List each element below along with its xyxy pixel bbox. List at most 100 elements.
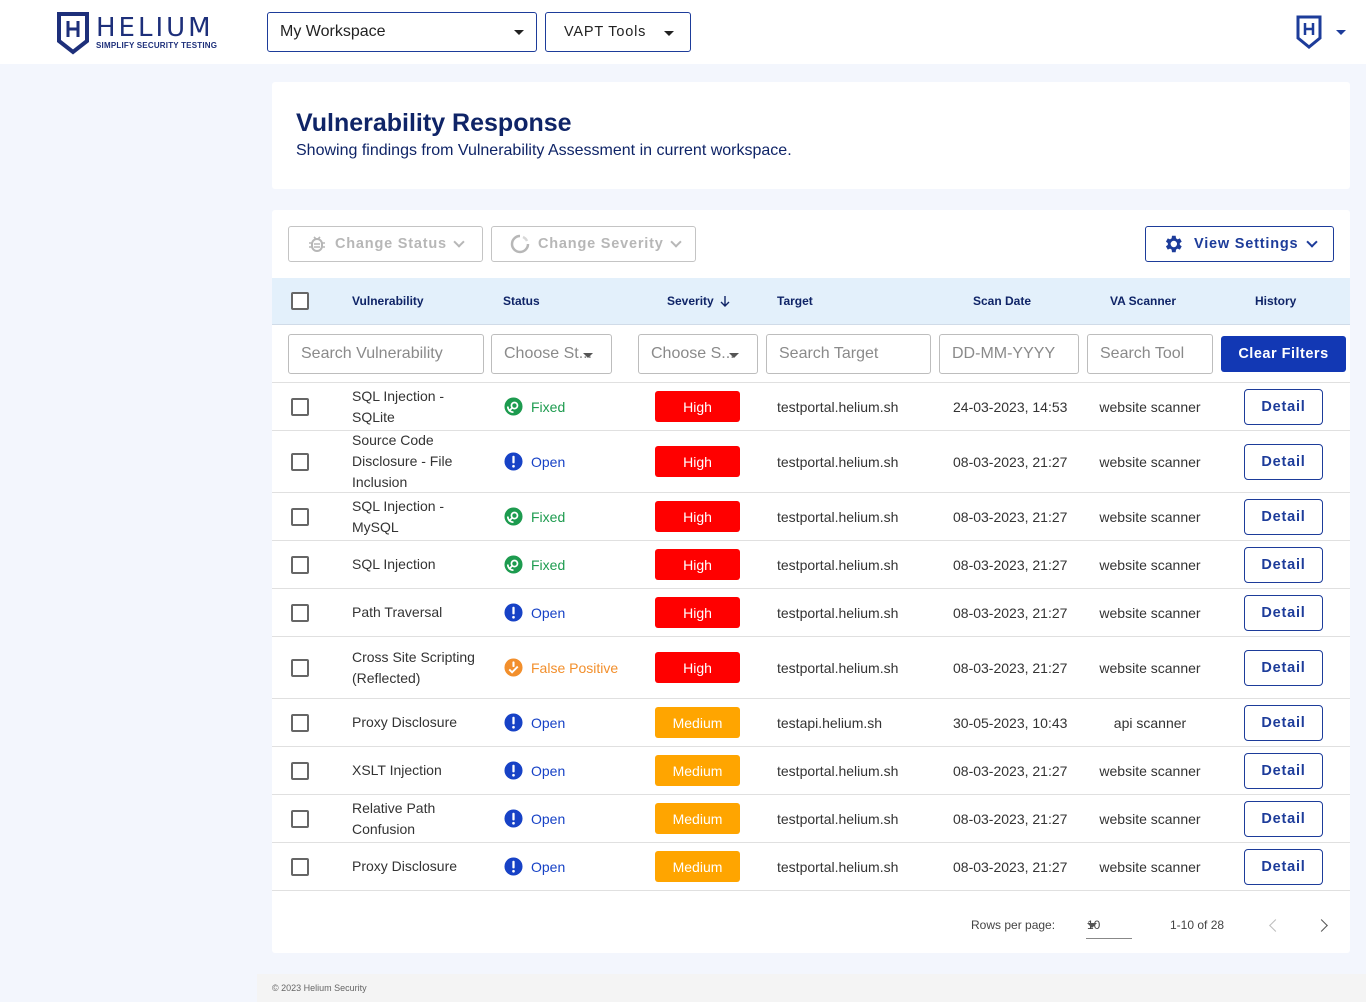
table-row[interactable]: Cross Site Scripting (Reflected) False Po… (272, 637, 1350, 699)
tool-search-input[interactable] (1087, 334, 1213, 374)
detail-button[interactable]: Detail (1244, 546, 1323, 583)
target-search-input[interactable] (766, 334, 931, 374)
caret-down-icon (664, 31, 674, 36)
row-checkbox[interactable] (291, 555, 309, 574)
column-header-scan-date[interactable]: Scan Date (973, 294, 1031, 308)
table-row[interactable]: Proxy Disclosure Open Medium testapi.helium… (272, 699, 1350, 747)
va-scanner: website scanner (1099, 398, 1201, 415)
column-header-va-scanner[interactable]: VA Scanner (1110, 294, 1176, 308)
change-status-label: Change Status (335, 236, 447, 252)
vulnerability-name: Source Code Disclosure - File Inclusion (352, 432, 453, 490)
fixed-status-icon (504, 397, 523, 416)
vapt-tools-button[interactable]: VAPT Tools (545, 12, 691, 52)
vulnerability-name: XSLT Injection (352, 762, 442, 778)
select-all-checkbox[interactable] (291, 292, 309, 310)
open-status-icon (504, 603, 523, 622)
column-header-history: History (1255, 294, 1297, 308)
helium-logo[interactable]: HELIUM SIMPLIFY SECURITY TESTING (56, 11, 217, 55)
table-row[interactable]: Source Code Disclosure - File Inclusion O… (272, 431, 1350, 493)
change-severity-button[interactable]: Change Severity (491, 226, 696, 262)
vulnerability-search-input[interactable] (288, 334, 484, 374)
user-menu[interactable] (1296, 14, 1356, 50)
detail-button[interactable]: Detail (1244, 594, 1323, 631)
vulnerability-name: SQL Injection - SQLite (352, 387, 445, 425)
change-status-button[interactable]: Change Status (288, 226, 483, 262)
scan-date: 08-03-2023, 21:27 (953, 508, 1068, 525)
table-row[interactable]: SQL Injection Fixed High testportal.helium.… (272, 541, 1350, 589)
table-row[interactable]: Relative Path Confusion Open Medium testpor… (272, 795, 1350, 843)
table-row[interactable]: XSLT Injection Open Medium testportal.heliu… (272, 747, 1350, 795)
detail-button[interactable]: Detail (1244, 704, 1323, 741)
chevron-down-icon (669, 235, 682, 248)
status-label: Open (531, 810, 566, 827)
status-cell: False Positive (504, 637, 618, 698)
brand-name: HELIUM (96, 13, 214, 43)
scan-date: 08-03-2023, 21:27 (953, 810, 1068, 827)
vulnerability-name: Proxy Disclosure (352, 714, 458, 730)
severity-badge: High (655, 391, 740, 422)
row-checkbox[interactable] (291, 507, 309, 526)
column-header-vulnerability[interactable]: Vulnerability (352, 294, 424, 308)
status-label: Fixed (531, 556, 566, 573)
table-body: SQL Injection - SQLite Fixed High testporta… (272, 383, 1350, 891)
vulnerability-name: SQL Injection - MySQL (352, 497, 445, 535)
severity-badge: Medium (655, 803, 740, 834)
row-checkbox[interactable] (291, 658, 309, 677)
target: testportal.helium.sh (777, 858, 899, 875)
status-label: Open (531, 604, 566, 621)
row-checkbox[interactable] (291, 713, 309, 732)
detail-button[interactable]: Detail (1244, 800, 1323, 837)
severity-filter-select[interactable]: Choose S... (638, 334, 758, 374)
view-settings-button[interactable]: View Settings (1145, 226, 1334, 262)
scan-date: 08-03-2023, 21:27 (953, 858, 1068, 875)
target: testportal.helium.sh (777, 762, 899, 779)
row-checkbox[interactable] (291, 809, 309, 828)
target: testportal.helium.sh (777, 810, 899, 827)
status-filter-select[interactable]: Choose St... (491, 334, 612, 374)
va-scanner: website scanner (1099, 762, 1201, 779)
scan-date-input[interactable] (939, 334, 1079, 374)
row-checkbox[interactable] (291, 452, 309, 471)
column-header-severity[interactable]: Severity (667, 294, 731, 308)
caret-down-icon (1087, 923, 1097, 928)
severity-badge: High (655, 597, 740, 628)
caret-down-icon (514, 30, 524, 35)
detail-button[interactable]: Detail (1244, 443, 1323, 480)
table-row[interactable]: SQL Injection - SQLite Fixed High testporta… (272, 383, 1350, 431)
detail-button[interactable]: Detail (1244, 848, 1323, 885)
clear-filters-button[interactable]: Clear Filters (1221, 336, 1346, 372)
detail-button[interactable]: Detail (1244, 388, 1323, 425)
column-header-status[interactable]: Status (503, 294, 540, 308)
page-range: 1-10 of 28 (1170, 918, 1225, 932)
next-page-button[interactable] (1314, 916, 1334, 936)
detail-button[interactable]: Detail (1244, 649, 1323, 686)
table-row[interactable]: Path Traversal Open High testportal.helium.… (272, 589, 1350, 637)
status-cell: Fixed (504, 383, 565, 430)
workspace-select[interactable]: My Workspace (267, 12, 537, 52)
detail-button[interactable]: Detail (1244, 752, 1323, 789)
vapt-tools-label: VAPT Tools (564, 24, 647, 40)
target: testportal.helium.sh (777, 398, 899, 415)
status-cell: Open (504, 795, 565, 842)
status-cell: Open (504, 699, 565, 746)
scan-date: 08-03-2023, 21:27 (953, 604, 1068, 621)
rows-per-page-select[interactable]: 10 (1086, 910, 1132, 939)
column-header-target[interactable]: Target (777, 294, 813, 308)
row-checkbox-cell (291, 541, 309, 588)
table-row[interactable]: SQL Injection - MySQL Fixed High testportal… (272, 493, 1350, 541)
table-row[interactable]: Proxy Disclosure Open Medium testportal.hel… (272, 843, 1350, 891)
vulnerability-table-card: Change Status Change Severity View Setti… (272, 210, 1350, 953)
copyright-text: © 2023 Helium Security (272, 983, 367, 993)
detail-button[interactable]: Detail (1244, 498, 1323, 535)
row-checkbox[interactable] (291, 603, 309, 622)
table-header: Vulnerability Status Severity Target Sca… (272, 278, 1350, 325)
row-checkbox-cell (291, 843, 309, 890)
footer: © 2023 Helium Security (257, 974, 1366, 1002)
previous-page-button[interactable] (1264, 916, 1284, 936)
target: testportal.helium.sh (777, 453, 899, 470)
row-checkbox[interactable] (291, 397, 309, 416)
row-checkbox-cell (291, 383, 309, 430)
row-checkbox[interactable] (291, 857, 309, 876)
target: testportal.helium.sh (777, 604, 899, 621)
row-checkbox[interactable] (291, 761, 309, 780)
